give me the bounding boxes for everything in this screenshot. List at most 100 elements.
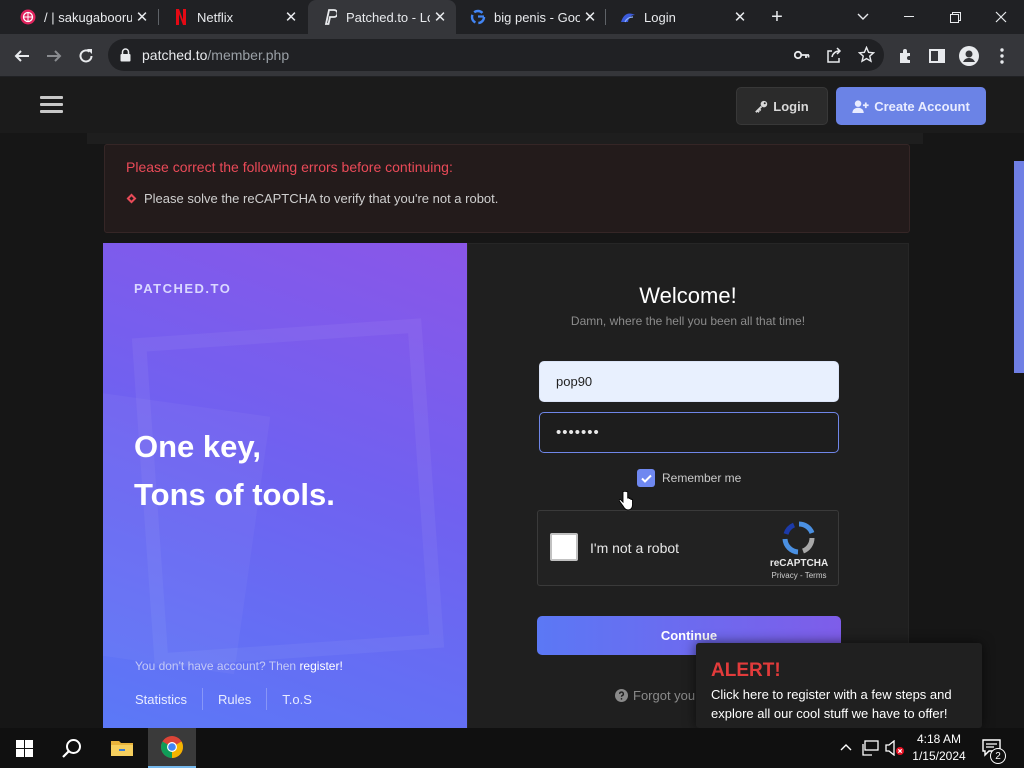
login-button[interactable]: Login	[736, 87, 828, 125]
mouse-cursor-icon	[619, 491, 633, 511]
tagline-line-2: Tons of tools.	[134, 477, 335, 512]
hamburger-menu-icon[interactable]	[40, 96, 63, 114]
netflix-icon	[173, 9, 189, 25]
tagline-line-1: One key,	[134, 429, 261, 464]
back-button[interactable]	[8, 42, 36, 70]
forward-button[interactable]	[40, 42, 68, 70]
browser-toolbar: patched.to/member.php	[0, 34, 1024, 77]
welcome-heading: Welcome!	[639, 283, 737, 308]
system-clock[interactable]: 4:18 AM 1/15/2024	[910, 731, 968, 765]
promo-panel: PATCHED.TO One key, Tons of tools.	[103, 243, 467, 728]
network-button[interactable]	[862, 740, 880, 759]
taskbar-search-button[interactable]	[48, 728, 96, 768]
error-item: Please solve the reCAPTCHA to verify tha…	[126, 191, 498, 206]
minimize-button[interactable]	[886, 0, 932, 34]
key-icon[interactable]	[794, 48, 810, 62]
login-site-icon	[620, 9, 636, 25]
side-panel-icon	[929, 49, 945, 63]
scrollbar-thumb[interactable]	[1014, 161, 1024, 373]
chrome-taskbar-button[interactable]	[148, 728, 196, 768]
profile-button[interactable]	[955, 42, 983, 70]
create-account-label: Create Account	[874, 98, 970, 114]
lock-icon[interactable]	[120, 48, 131, 62]
close-icon	[995, 11, 1007, 23]
error-title: Please correct the following errors befo…	[126, 159, 453, 175]
extensions-button[interactable]	[892, 42, 920, 70]
forgot-password-link[interactable]: Forgot your	[615, 688, 699, 703]
puzzle-icon	[900, 49, 910, 63]
continue-label: Continue	[660, 628, 718, 643]
tab-google[interactable]: big penis - Goog ✕	[456, 0, 606, 34]
close-tab-icon[interactable]: ✕	[580, 7, 600, 27]
tab-search-button[interactable]	[840, 0, 886, 34]
tab-login[interactable]: Login ✕	[606, 0, 756, 34]
tab-patched[interactable]: Patched.to - Log ✕	[308, 0, 456, 34]
create-account-button[interactable]: Create Account	[836, 87, 986, 125]
show-hidden-icons-button[interactable]	[840, 738, 852, 754]
notification-count-badge: 2	[990, 748, 1006, 764]
footer-links: Statistics Rules T.o.S	[135, 688, 312, 710]
remember-me-checkbox[interactable]	[637, 469, 655, 487]
error-item-text: Please solve the reCAPTCHA to verify tha…	[144, 191, 499, 206]
statistics-link[interactable]: Statistics	[135, 692, 187, 707]
close-tab-icon[interactable]: ✕	[430, 7, 450, 27]
address-host: patched.to	[142, 47, 208, 63]
arrow-left-icon	[14, 50, 29, 62]
network-icon	[862, 740, 879, 756]
file-explorer-button[interactable]	[98, 728, 146, 768]
close-tab-icon[interactable]: ✕	[730, 7, 750, 27]
kebab-menu-icon	[1000, 48, 1004, 64]
new-tab-button[interactable]: +	[766, 6, 788, 28]
register-alert-popup[interactable]: ALERT! Click here to register with a few…	[696, 643, 982, 728]
speaker-muted-icon	[885, 739, 904, 757]
forgot-password-label: Forgot your	[633, 688, 700, 703]
recaptcha-widget: I'm not a robot reCAPTCHA Privacy - Term…	[537, 510, 839, 586]
search-icon	[62, 739, 81, 758]
recaptcha-privacy-terms-link[interactable]: Privacy - Terms	[760, 571, 838, 580]
content-top-edge	[87, 133, 923, 144]
remember-me-toggle[interactable]: Remember me	[637, 469, 741, 487]
chevron-down-icon	[857, 13, 869, 20]
no-account-text: You don't have account? Then register!	[135, 659, 343, 673]
volume-button[interactable]	[885, 739, 905, 759]
browser-menu-button[interactable]	[988, 42, 1016, 70]
no-account-prompt: You don't have account? Then	[135, 659, 297, 673]
share-icon[interactable]	[826, 47, 842, 63]
username-input[interactable]	[539, 361, 839, 402]
tab-netflix[interactable]: Netflix ✕	[159, 0, 307, 34]
close-window-button[interactable]	[978, 0, 1024, 34]
restore-button[interactable]	[932, 0, 978, 34]
login-button-label: Login	[773, 98, 809, 114]
bookmark-star-icon[interactable]	[858, 46, 875, 63]
error-notice: Please correct the following errors befo…	[104, 144, 910, 233]
diamond-bullet-icon	[126, 193, 137, 204]
rules-link[interactable]: Rules	[218, 692, 251, 707]
close-tab-icon[interactable]: ✕	[281, 7, 301, 27]
browser-tab-strip: / | sakugabooru ✕ Netflix ✕ Patched.to -…	[0, 0, 1024, 34]
link-divider	[202, 688, 204, 710]
site-header: Login Create Account	[0, 77, 1024, 133]
close-tab-icon[interactable]: ✕	[132, 7, 152, 27]
address-bar[interactable]: patched.to/member.php	[108, 39, 884, 71]
google-icon	[470, 9, 486, 25]
brand-logo-text: PATCHED.TO	[134, 281, 232, 296]
reload-button[interactable]	[72, 42, 100, 70]
windows-logo-icon	[15, 739, 33, 757]
password-input[interactable]	[539, 412, 839, 453]
welcome-subtitle: Damn, where the hell you been all that t…	[570, 314, 806, 328]
link-divider	[266, 688, 268, 710]
recaptcha-checkbox[interactable]	[550, 533, 578, 561]
alert-title: ALERT!	[711, 660, 781, 681]
checkmark-icon	[640, 474, 652, 483]
sakugabooru-icon	[20, 9, 36, 25]
user-plus-icon	[852, 99, 869, 113]
recaptcha-label: I'm not a robot	[590, 540, 680, 556]
page-body: Please correct the following errors befo…	[0, 133, 1024, 728]
recaptcha-brand: reCAPTCHA	[769, 558, 829, 569]
reload-icon	[79, 49, 93, 63]
register-link[interactable]: register!	[299, 659, 342, 673]
tos-link[interactable]: T.o.S	[282, 692, 312, 707]
start-button[interactable]	[0, 728, 48, 768]
side-panel-button[interactable]	[923, 42, 951, 70]
tab-sakugabooru[interactable]: / | sakugabooru ✕	[6, 0, 158, 34]
